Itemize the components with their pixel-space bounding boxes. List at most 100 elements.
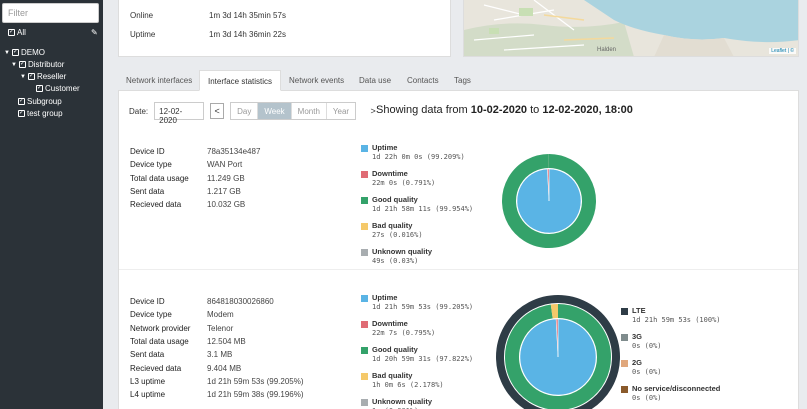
legend-value: 22m 0s (0.791%) xyxy=(372,179,436,187)
map-attribution[interactable]: Leaflet | © xyxy=(769,48,796,54)
date-bar: Date: 12-02-2020 < Day Week Month Year > xyxy=(129,101,381,125)
info-row: Sent data 3.1 MB xyxy=(130,350,232,359)
online-label: Online xyxy=(130,11,154,20)
legend-title: Unknown quality xyxy=(372,247,432,256)
info-row: Device ID 78a35134e487 xyxy=(130,147,260,156)
filter-input[interactable]: Filter xyxy=(2,3,99,23)
checkbox-icon[interactable]: ✓ xyxy=(27,73,35,80)
legend-value: 1d 21h 59m 53s (100%) xyxy=(632,316,721,324)
tab-contacts[interactable]: Contacts xyxy=(399,70,447,91)
legend-swatch xyxy=(361,347,368,354)
info-value: 1.217 GB xyxy=(207,186,241,196)
info-value: 3.1 MB xyxy=(207,350,233,360)
prev-date-button[interactable]: < xyxy=(210,103,225,119)
legend-title: Downtime xyxy=(372,319,408,328)
tab-data-use[interactable]: Data use xyxy=(351,70,399,91)
legend-title: Bad quality xyxy=(372,221,413,230)
caret-down-icon[interactable]: ▼ xyxy=(20,74,26,80)
caret-down-icon[interactable]: ▼ xyxy=(11,62,17,68)
info-row: Sent data 1.217 GB xyxy=(130,186,241,196)
pin-icon[interactable]: ✎ xyxy=(91,28,98,37)
legend-value: 22m 7s (0.795%) xyxy=(372,329,436,337)
tree-item-distributor[interactable]: ▼ ✓ Distributor xyxy=(11,60,64,69)
info-row: Recieved data 9.404 MB xyxy=(130,363,241,373)
info-label: Sent data xyxy=(130,186,165,196)
map-image xyxy=(464,0,798,56)
info-row: Network provider Telenor xyxy=(130,323,233,333)
uptime-label: Uptime xyxy=(130,30,156,39)
info-label: Recieved data xyxy=(130,200,182,210)
info-value: Telenor xyxy=(207,323,234,333)
tree-item-customer[interactable]: ✓ Customer xyxy=(36,84,80,93)
legend-title: Good quality xyxy=(372,345,418,354)
info-value: 1d 21h 59m 53s (99.205%) xyxy=(207,376,304,386)
info-label: Device ID xyxy=(130,297,165,306)
legend-item: No service/disconnected 0s (0%) xyxy=(621,384,720,402)
info-label: Network provider xyxy=(130,323,191,333)
period-day-button[interactable]: Day xyxy=(231,103,259,119)
tab-tags[interactable]: Tags xyxy=(446,70,479,91)
info-value: 864818030026860 xyxy=(207,297,274,306)
legend-item: 2G 0s (0%) xyxy=(621,358,662,376)
tab-bar: Network interfaces Interface statistics … xyxy=(118,70,799,91)
legend-swatch xyxy=(361,197,368,204)
legend-swatch xyxy=(621,386,628,393)
tab-interface-statistics[interactable]: Interface statistics xyxy=(199,70,282,91)
sidebar: Filter ✓ All ✎ ▼ ✓ DEMO ▼ ✓ Distributor ▼ ✓ Res… xyxy=(0,0,103,409)
caret-down-icon[interactable]: ▼ xyxy=(4,50,10,56)
legend-swatch xyxy=(361,321,368,328)
tree-item-demo[interactable]: ▼ ✓ DEMO xyxy=(4,48,45,57)
legend-title: 2G xyxy=(632,358,643,367)
period-week-button[interactable]: Week xyxy=(258,103,292,119)
legend-swatch xyxy=(621,334,628,341)
showing-range-text: Showing data from 10-02-2020 to 12-02-20… xyxy=(376,104,633,116)
tree-item-test-group[interactable]: ✓ test group xyxy=(18,109,63,118)
device1-donut-chart xyxy=(502,154,596,248)
location-map[interactable]: Halden Leaflet | © xyxy=(463,0,799,57)
tree-item-all[interactable]: ✓ All xyxy=(8,28,26,37)
legend-item: Good quality 1d 20h 59m 31s (97.822%) xyxy=(361,345,473,363)
legend-value: 1d 21h 58m 11s (99.954%) xyxy=(372,205,474,213)
period-year-button[interactable]: Year xyxy=(327,103,355,119)
info-value: 78a35134e487 xyxy=(207,147,261,156)
checkbox-icon[interactable]: ✓ xyxy=(11,49,19,56)
device2-donut-chart xyxy=(496,295,620,409)
tree-item-reseller[interactable]: ▼ ✓ Reseller xyxy=(20,72,66,81)
info-label: Total data usage xyxy=(130,173,189,183)
main-area: Online 1m 3d 14h 35min 57s Uptime 1m 3d … xyxy=(103,0,807,409)
period-month-button[interactable]: Month xyxy=(292,103,327,119)
legend-title: 3G xyxy=(632,332,643,341)
checkbox-icon[interactable]: ✓ xyxy=(18,61,26,68)
checkbox-icon[interactable]: ✓ xyxy=(18,98,25,105)
checkbox-icon[interactable]: ✓ xyxy=(18,110,25,117)
legend-value: 0s (0%) xyxy=(632,342,662,350)
checkbox-icon[interactable]: ✓ xyxy=(8,29,15,36)
legend-swatch xyxy=(361,295,368,302)
legend-title: LTE xyxy=(632,306,646,315)
tree-item-subgroup[interactable]: ✓ Subgroup xyxy=(18,97,62,106)
info-label: Recieved data xyxy=(130,363,182,373)
info-value: 9.404 MB xyxy=(207,363,242,373)
info-value: WAN Port xyxy=(207,160,243,170)
checkbox-icon[interactable]: ✓ xyxy=(36,85,43,92)
legend-title: Unknown quality xyxy=(372,397,432,406)
info-value: 12.504 MB xyxy=(207,336,246,346)
info-value: 10.032 GB xyxy=(207,200,246,210)
tab-network-interfaces[interactable]: Network interfaces xyxy=(118,70,200,91)
legend-value: 0s (0%) xyxy=(632,394,662,402)
info-value: Modem xyxy=(207,310,234,320)
tab-network-events[interactable]: Network events xyxy=(281,70,352,91)
legend-item: Downtime 22m 7s (0.795%) xyxy=(361,319,435,337)
info-label: Device ID xyxy=(130,147,165,156)
legend-value: 27s (0.016%) xyxy=(372,231,423,239)
legend-value: 1d 22h 0m 0s (99.209%) xyxy=(372,153,465,161)
legend-swatch xyxy=(621,360,628,367)
legend-item: Uptime 1d 21h 59m 53s (99.205%) xyxy=(361,293,473,311)
legend-swatch xyxy=(361,373,368,380)
date-input[interactable]: 12-02-2020 xyxy=(154,102,205,125)
info-value: 1d 21h 59m 38s (99.196%) xyxy=(207,390,304,400)
legend-item: Bad quality 1h 0m 6s (2.178%) xyxy=(361,371,444,389)
info-row: Total data usage 12.504 MB xyxy=(130,337,246,346)
legend-item: Bad quality 27s (0.016%) xyxy=(361,221,423,239)
info-label: Device type xyxy=(130,160,172,170)
